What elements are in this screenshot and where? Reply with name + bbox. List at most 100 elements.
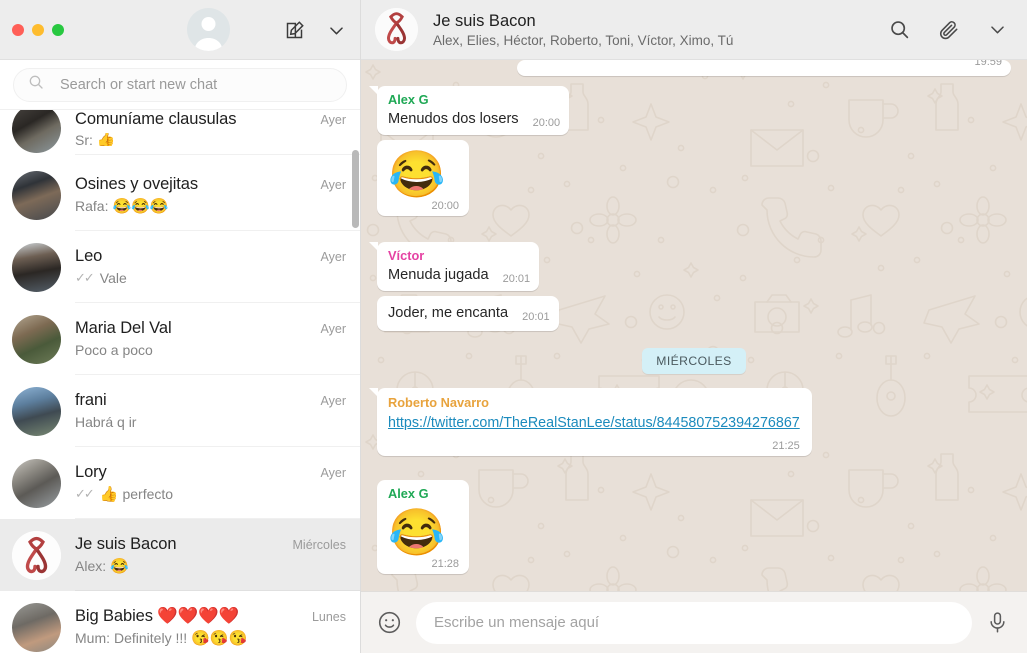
chat-list-item-big-babies[interactable]: Big Babies ❤️❤️❤️❤️ Lunes Mum: Definitel…: [0, 591, 360, 653]
avatar: [12, 386, 61, 436]
chat-item-preview: ✓✓ 👍 perfecto: [75, 486, 346, 502]
message-bubble-link[interactable]: Roberto Navarro https://twitter.com/TheR…: [369, 387, 812, 456]
chat-list-item-lory[interactable]: Lory Ayer ✓✓ 👍 perfecto: [0, 447, 360, 519]
date-divider: MIÉRCOLES: [642, 347, 746, 374]
chat-item-preview-emoji: 😘😘😘: [191, 630, 248, 646]
sidebar-header: [0, 0, 360, 60]
emoji-picker-button[interactable]: [377, 610, 402, 635]
chat-item-time: Ayer: [320, 322, 346, 336]
profile-avatar[interactable]: [187, 8, 230, 51]
conversation-menu-button[interactable]: [988, 20, 1007, 39]
message-time: 21:25: [772, 439, 800, 452]
new-chat-button[interactable]: [284, 20, 305, 41]
sidebar-header-actions: [284, 0, 346, 60]
chat-item-time: Ayer: [320, 466, 346, 480]
chat-item-title-row: Je suis Bacon Miércoles: [75, 535, 346, 554]
chat-item-preview-text: Definitely !!!: [114, 630, 188, 646]
chat-item-name: Je suis Bacon: [75, 535, 177, 553]
chat-item-preview: Habrá q ir: [75, 414, 346, 430]
default-user-avatar-icon: [187, 8, 230, 51]
chat-item-preview-emoji: 😂😂😂: [112, 198, 169, 214]
close-window-button[interactable]: [12, 23, 24, 36]
message-sender: Alex G: [388, 92, 429, 107]
chat-item-preview-prefix: Alex:: [75, 558, 107, 574]
avatar: [12, 314, 61, 364]
message-input[interactable]: [434, 614, 954, 631]
sidebar: Comuníame clausulas Ayer Sr: 👍 Osines y …: [0, 0, 361, 653]
chat-list-item-osines-y-ovejitas[interactable]: Osines y ovejitas Ayer Rafa: 😂😂😂: [0, 159, 360, 231]
message-bubble-emoji[interactable]: Alex G 😂 21:28: [377, 479, 469, 574]
search-input[interactable]: [60, 76, 332, 93]
chat-item-name: Leo: [75, 247, 103, 265]
chat-item-title-row: Osines y ovejitas Ayer: [75, 175, 346, 194]
message-time: 19:59: [974, 60, 1002, 68]
maximize-window-button[interactable]: [52, 23, 64, 36]
search-bar: [0, 60, 360, 110]
conversation-header-info: Je suis Bacon Alex, Elies, Héctor, Rober…: [433, 12, 889, 48]
chat-item-title-row: Big Babies ❤️❤️❤️❤️ Lunes: [75, 607, 346, 626]
message-time: 20:01: [502, 272, 531, 285]
chat-item-preview-text: Habrá q ir: [75, 414, 137, 430]
conversation-avatar[interactable]: [375, 8, 418, 51]
chat-item-name: Maria Del Val: [75, 319, 172, 337]
chat-list-item-maria-del-val[interactable]: Maria Del Val Ayer Poco a poco: [0, 303, 360, 375]
message-bubble-clipped[interactable]: 19:59: [517, 60, 1011, 76]
chat-item-time: Ayer: [320, 178, 346, 192]
message-bubble-emoji[interactable]: 😂 20:00: [377, 139, 469, 216]
chat-list-item-comuniame-clausulas[interactable]: Comuníame clausulas Ayer Sr: 👍: [0, 110, 360, 159]
chat-item-preview: Mum: Definitely !!! 😘😘😘: [75, 630, 346, 646]
chat-item-time: Ayer: [320, 113, 346, 127]
avatar: [12, 110, 61, 153]
read-receipt-icon: ✓✓: [75, 486, 95, 501]
read-receipt-icon: ✓✓: [75, 270, 95, 285]
message-text: Menuda jugada: [388, 266, 489, 283]
sidebar-menu-button[interactable]: [327, 21, 346, 40]
conversation-participants: Alex, Elies, Héctor, Roberto, Toni, Víct…: [433, 32, 734, 48]
message-bubble[interactable]: Alex G Menudos dos losers 20:00: [368, 86, 570, 135]
conversation-header-actions: [889, 19, 1011, 41]
chat-item-body: frani Ayer Habrá q ir: [75, 375, 360, 447]
chat-item-title-row: Lory Ayer: [75, 463, 346, 482]
chat-list-scrollbar[interactable]: [352, 150, 359, 228]
message-area[interactable]: 19:59 Alex G Menudos dos losers 20:00 😂 …: [361, 60, 1027, 591]
avatar: [12, 242, 61, 292]
chat-item-body: Maria Del Val Ayer Poco a poco: [75, 303, 360, 375]
message-bubble[interactable]: Joder, me encanta 20:01: [377, 295, 559, 331]
paperclip-icon: [939, 20, 958, 39]
message-sender: Alex G: [388, 485, 429, 501]
chat-item-body: Je suis Bacon Miércoles Alex: 😂: [75, 519, 360, 591]
chat-item-body: Leo Ayer ✓✓ Vale: [75, 231, 360, 303]
chat-list[interactable]: Comuníame clausulas Ayer Sr: 👍 Osines y …: [0, 110, 360, 653]
conversation-search-button[interactable]: [889, 19, 910, 40]
chat-item-body: Lory Ayer ✓✓ 👍 perfecto: [75, 447, 360, 519]
voice-record-button[interactable]: [986, 611, 1009, 634]
message-link[interactable]: https://twitter.com/TheRealStanLee/statu…: [388, 415, 800, 431]
message-time: 20:00: [431, 199, 459, 212]
message-text: Joder, me encanta: [388, 304, 509, 321]
chat-list-item-je-suis-bacon[interactable]: Je suis Bacon Miércoles Alex: 😂: [0, 519, 360, 591]
chat-item-name: Lory: [75, 463, 107, 481]
chat-item-name: Comuníame clausulas: [75, 110, 237, 128]
message-bubble[interactable]: Víctor Menuda jugada 20:01: [368, 241, 540, 291]
chat-item-preview-emoji: 👍: [99, 486, 119, 502]
search-box[interactable]: [13, 67, 347, 102]
attach-button[interactable]: [938, 19, 960, 41]
chat-item-preview-prefix: Mum:: [75, 630, 110, 646]
message-time: 21:28: [431, 557, 459, 570]
message-composer: [361, 591, 1027, 653]
chat-item-preview-text: Vale: [99, 270, 127, 286]
whatsapp-desktop-window: Comuníame clausulas Ayer Sr: 👍 Osines y …: [0, 0, 1027, 653]
message-input-box[interactable]: [416, 601, 972, 644]
chat-list-item-frani[interactable]: frani Ayer Habrá q ir: [0, 375, 360, 447]
chat-list-item-leo[interactable]: Leo Ayer ✓✓ Vale: [0, 231, 360, 303]
chat-item-name: frani: [75, 391, 107, 409]
avatar: [12, 170, 61, 220]
chat-item-title-row: Leo Ayer: [75, 247, 346, 266]
red-ribbon-icon: [375, 8, 418, 51]
avatar: [12, 602, 61, 652]
chat-item-preview-emoji: 👍: [96, 133, 116, 146]
chevron-down-icon: [991, 26, 1004, 34]
avatar: [12, 458, 61, 508]
message-time: 20:00: [532, 116, 561, 129]
minimize-window-button[interactable]: [32, 23, 44, 36]
